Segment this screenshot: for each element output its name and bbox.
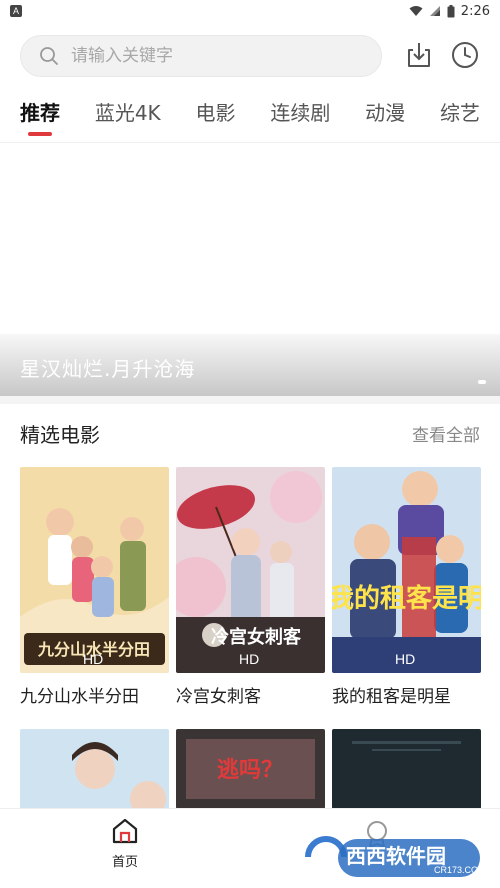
download-button[interactable] bbox=[402, 38, 436, 72]
poster-image bbox=[20, 729, 169, 809]
search-icon bbox=[40, 47, 58, 65]
movie-grid: 九分山水半分田 HD 九分山水半分田 冷宫女刺客 HD 冷宫女刺客 我的租客是明… bbox=[20, 467, 481, 809]
hd-badge: HD bbox=[239, 651, 260, 667]
banner-page-indicator bbox=[478, 380, 486, 384]
movie-title: 九分山水半分田 bbox=[20, 687, 139, 707]
clock-history-icon bbox=[452, 42, 478, 68]
movie-poster[interactable]: 我的租客是明星 HD bbox=[332, 467, 481, 673]
hd-badge: HD bbox=[83, 651, 104, 667]
movie-title: 冷宫女刺客 bbox=[176, 687, 261, 707]
home-icon bbox=[112, 818, 138, 844]
movie-card[interactable]: 我的租客是明星 HD 我的租客是明星 bbox=[332, 467, 481, 709]
signal-icon bbox=[429, 6, 440, 16]
poster-art-text: 我的租客是明星 bbox=[332, 583, 481, 614]
movie-poster[interactable] bbox=[332, 729, 481, 809]
battery-icon bbox=[447, 4, 455, 17]
poster-image: 九分山水半分田 bbox=[20, 467, 169, 673]
category-tabs: 推荐 蓝光4K 电影 连续剧 动漫 综艺 bbox=[20, 96, 480, 136]
nav-home-label: 首页 bbox=[111, 855, 138, 870]
movie-poster[interactable] bbox=[20, 729, 169, 809]
wifi-icon bbox=[409, 6, 423, 16]
movie-poster[interactable]: 逃吗？ bbox=[176, 729, 325, 809]
watermark-brand: 西西软件园 bbox=[346, 844, 446, 868]
download-icon bbox=[408, 43, 430, 67]
tab-series[interactable]: 连续剧 bbox=[270, 96, 330, 136]
featured-movies-header: 精选电影 查看全部 bbox=[20, 418, 480, 448]
tab-variety[interactable]: 综艺 bbox=[440, 96, 480, 136]
site-watermark-logo: 西西软件园 CR173.COM bbox=[305, 836, 482, 877]
tab-anime[interactable]: 动漫 bbox=[365, 96, 405, 136]
poster-art-text: 冷宫女刺客 bbox=[211, 626, 302, 648]
banner-carousel[interactable]: 星汉灿烂.月升沧海 bbox=[0, 143, 500, 396]
history-button[interactable] bbox=[448, 38, 482, 72]
search-box[interactable] bbox=[20, 35, 382, 77]
clock-time: 2:26 bbox=[460, 3, 490, 19]
movie-title: 我的租客是明星 bbox=[332, 687, 451, 707]
poster-image: 我的租客是明星 bbox=[332, 467, 481, 673]
search-bar-row bbox=[20, 34, 482, 78]
movie-poster[interactable]: 九分山水半分田 HD bbox=[20, 467, 169, 673]
movie-card[interactable] bbox=[332, 729, 481, 809]
nav-home[interactable]: 首页 bbox=[104, 817, 146, 870]
poster-image bbox=[332, 729, 481, 809]
see-all-link[interactable]: 查看全部 bbox=[412, 421, 480, 446]
poster-image: 逃吗？ bbox=[176, 729, 325, 809]
poster-art-text: 逃吗？ bbox=[217, 758, 283, 783]
movie-card[interactable] bbox=[20, 729, 169, 809]
watermark-url: CR173.COM bbox=[434, 865, 482, 875]
poster-image: 冷宫女刺客 bbox=[176, 467, 325, 673]
tab-movies[interactable]: 电影 bbox=[196, 96, 236, 136]
hd-badge: HD bbox=[395, 651, 416, 667]
notification-a-icon: A bbox=[10, 5, 22, 17]
movie-card[interactable]: 逃吗？ bbox=[176, 729, 325, 809]
section-title: 精选电影 bbox=[20, 422, 100, 447]
movie-poster[interactable]: 冷宫女刺客 HD bbox=[176, 467, 325, 673]
banner-caption: 星汉灿烂.月升沧海 bbox=[20, 357, 196, 381]
movie-card[interactable]: 九分山水半分田 HD 九分山水半分田 bbox=[20, 467, 169, 709]
status-bar: A 2:26 bbox=[0, 0, 500, 22]
section-separator bbox=[0, 396, 500, 404]
tab-recommend[interactable]: 推荐 bbox=[20, 96, 60, 136]
tab-bluray-4k[interactable]: 蓝光4K bbox=[95, 96, 161, 136]
movie-card[interactable]: 冷宫女刺客 HD 冷宫女刺客 bbox=[176, 467, 325, 709]
search-input[interactable] bbox=[71, 46, 351, 66]
